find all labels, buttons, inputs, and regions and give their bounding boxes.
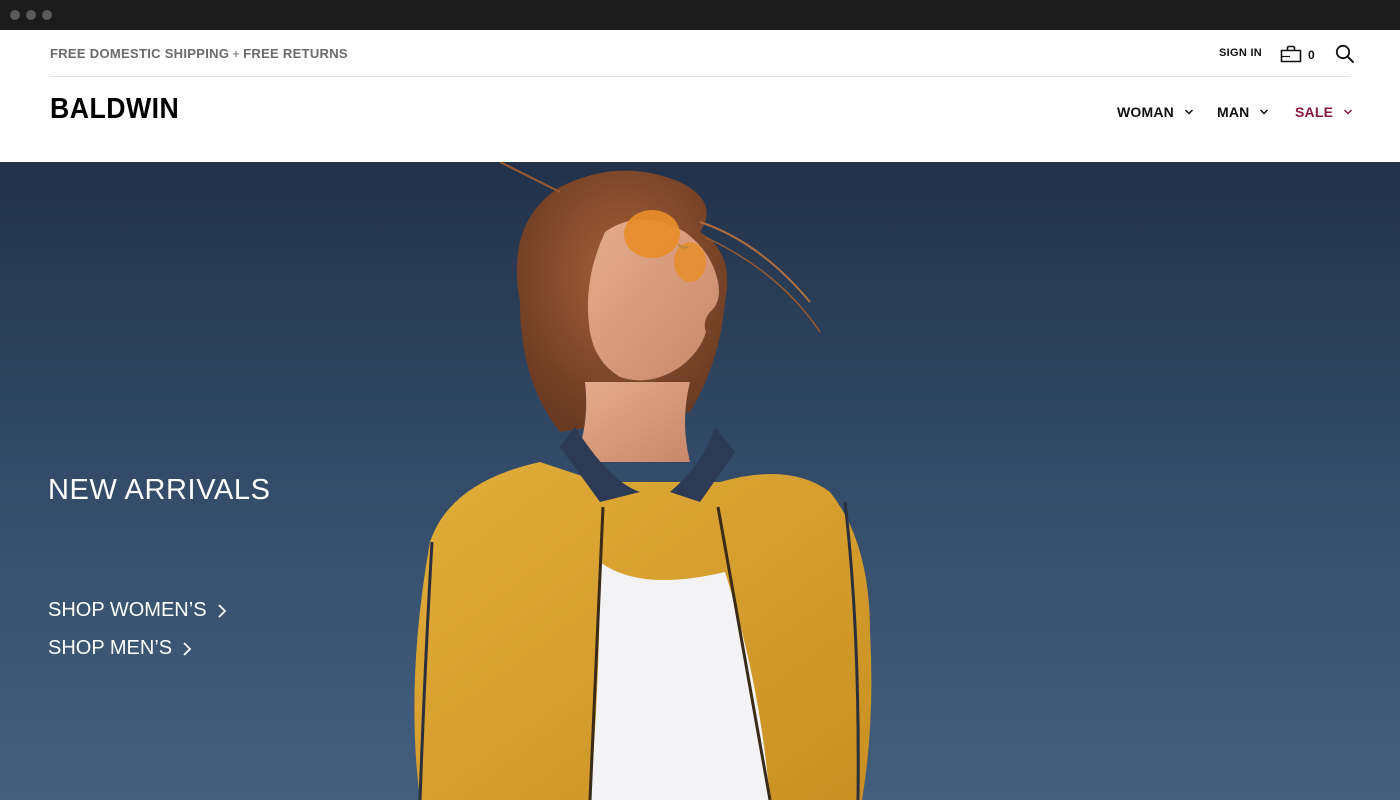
nav-man-label: MAN	[1217, 104, 1250, 120]
promo-plus: +	[232, 46, 241, 61]
window-zoom-dot[interactable]	[42, 10, 52, 20]
window-minimize-dot[interactable]	[26, 10, 36, 20]
nav-man[interactable]: MAN	[1217, 103, 1269, 121]
cart-button[interactable]: 0	[1280, 45, 1320, 65]
shopping-bag-icon	[1280, 45, 1302, 63]
promo-returns-text: FREE RETURNS	[243, 46, 348, 61]
shop-mens-label: SHOP MEN’S	[48, 637, 173, 659]
hero-title: NEW ARRIVALS	[48, 474, 271, 506]
nav-sale-label: SALE	[1295, 104, 1334, 120]
chevron-down-icon	[1344, 109, 1353, 115]
hero-banner[interactable]: NEW ARRIVALS SHOP WOMEN’S SHOP MEN’S	[0, 162, 1400, 800]
nav-woman[interactable]: WOMAN	[1117, 103, 1194, 121]
shop-womens-link[interactable]: SHOP WOMEN’S	[48, 599, 227, 622]
window-close-dot[interactable]	[10, 10, 20, 20]
shop-womens-label: SHOP WOMEN’S	[48, 599, 207, 621]
chevron-down-icon	[1184, 109, 1194, 115]
shipping-promo: FREE DOMESTIC SHIPPING + FREE RETURNS	[50, 46, 348, 61]
chevron-down-icon	[1260, 109, 1269, 115]
search-icon	[1335, 44, 1354, 63]
search-button[interactable]	[1335, 44, 1355, 64]
brand-logo[interactable]: BALDWIN	[50, 93, 179, 126]
promo-shipping-text: FREE DOMESTIC SHIPPING	[50, 46, 230, 61]
utility-bar: FREE DOMESTIC SHIPPING + FREE RETURNS SIGN…	[50, 30, 1354, 77]
chevron-right-icon	[183, 641, 192, 656]
browser-titlebar	[0, 0, 1400, 30]
sign-in-link[interactable]: SIGN IN	[1219, 47, 1262, 59]
chevron-right-icon	[217, 603, 226, 618]
main-header: BALDWIN WOMAN MAN SALE	[0, 77, 1400, 162]
nav-woman-label: WOMAN	[1117, 104, 1174, 120]
nav-sale[interactable]: SALE	[1295, 103, 1353, 121]
shop-mens-link[interactable]: SHOP MEN’S	[48, 637, 192, 660]
cart-count: 0	[1308, 48, 1315, 62]
